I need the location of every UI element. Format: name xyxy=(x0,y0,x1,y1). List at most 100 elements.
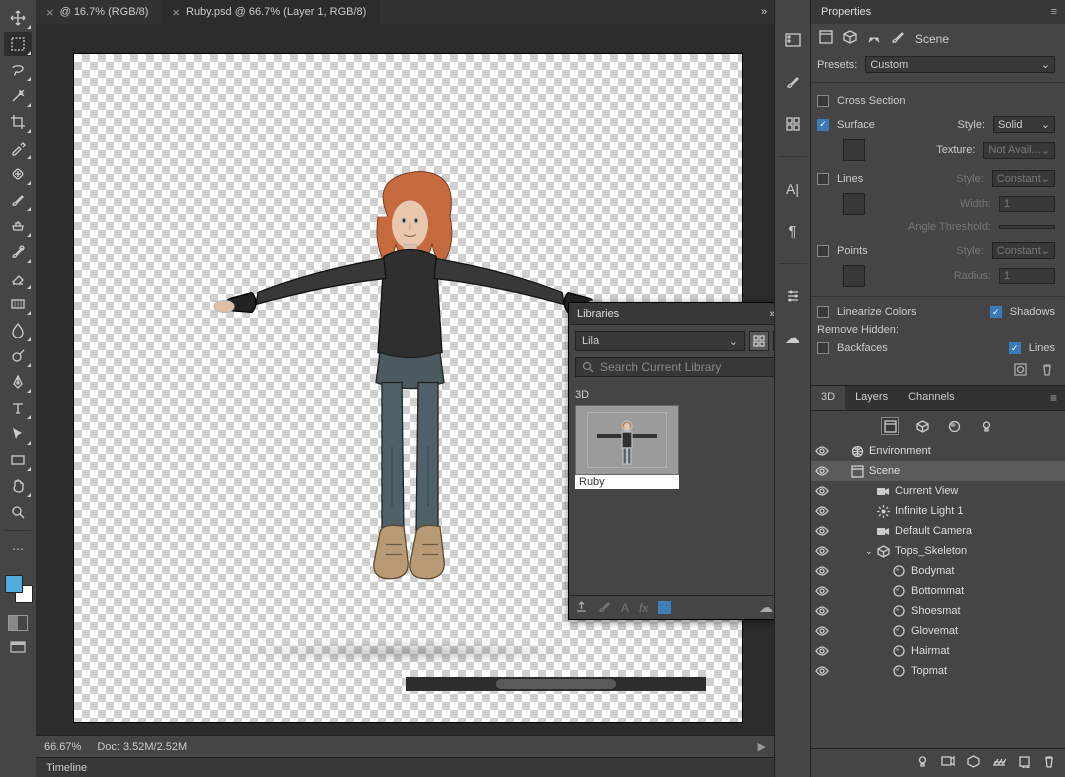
tree-row[interactable]: Hairmat xyxy=(811,641,1065,661)
visibility-icon[interactable] xyxy=(811,546,833,556)
cross-section-checkbox[interactable] xyxy=(817,95,829,107)
zoom-tool[interactable] xyxy=(4,500,32,524)
eraser-tool[interactable] xyxy=(4,266,32,290)
history-brush-tool[interactable] xyxy=(4,240,32,264)
close-icon[interactable]: × xyxy=(46,5,54,20)
tree-row[interactable]: Topmat xyxy=(811,661,1065,681)
tree-row[interactable]: Shoesmat xyxy=(811,601,1065,621)
asset-thumbnail[interactable] xyxy=(575,405,679,475)
type-tool[interactable] xyxy=(4,396,32,420)
move-tool[interactable] xyxy=(4,6,32,30)
healing-brush-tool[interactable] xyxy=(4,162,32,186)
new-camera-icon[interactable] xyxy=(941,755,955,771)
shadows-checkbox[interactable]: ✓ xyxy=(990,306,1002,318)
char-style-icon[interactable]: A xyxy=(621,601,629,615)
linearize-checkbox[interactable] xyxy=(817,306,829,318)
horizontal-scrollbar[interactable] xyxy=(406,677,706,691)
doc-size[interactable]: Doc: 3.52M/2.52M xyxy=(97,741,187,753)
new-item-icon[interactable] xyxy=(1018,755,1031,771)
canvas-area[interactable]: Libraries » ≡ Lila⌄ Search Current Libra… xyxy=(36,24,774,735)
tree-row[interactable]: ⌄Tops_Skeleton xyxy=(811,541,1065,561)
gradient-tool[interactable] xyxy=(4,292,32,316)
character-panel-icon[interactable]: A| xyxy=(781,179,805,199)
brush-panel-icon[interactable] xyxy=(781,72,805,92)
libraries-titlebar[interactable]: Libraries » ≡ xyxy=(569,303,774,325)
backfaces-checkbox[interactable] xyxy=(817,342,829,354)
trash-icon[interactable] xyxy=(1041,363,1053,379)
lines-color-swatch[interactable] xyxy=(843,193,865,215)
properties-header[interactable]: Properties ≡ xyxy=(811,0,1065,24)
visibility-icon[interactable] xyxy=(811,606,833,616)
panel-menu-icon[interactable]: ≡ xyxy=(1042,386,1065,410)
tree-row[interactable]: Bottommat xyxy=(811,581,1065,601)
quickmask-toggle[interactable] xyxy=(8,615,28,631)
tree-row[interactable]: Glovemat xyxy=(811,621,1065,641)
hand-tool[interactable] xyxy=(4,474,32,498)
crop-tool[interactable] xyxy=(4,110,32,134)
tree-row[interactable]: Infinite Light 1 xyxy=(811,501,1065,521)
zoom-level[interactable]: 66.67% xyxy=(44,741,81,753)
tabs-expand[interactable]: » xyxy=(754,0,774,24)
library-selector[interactable]: Lila⌄ xyxy=(575,331,745,351)
tab-layers[interactable]: Layers xyxy=(845,386,898,410)
new-light-icon[interactable] xyxy=(916,755,929,771)
tree-row[interactable]: Scene xyxy=(811,461,1065,481)
tab-channels[interactable]: Channels xyxy=(898,386,964,410)
library-asset[interactable]: Ruby xyxy=(575,405,679,489)
document-tab-1[interactable]: ×Ruby.psd @ 66.7% (Layer 1, RGB/8) xyxy=(162,0,380,24)
tree-row[interactable]: Bodymat xyxy=(811,561,1065,581)
filter-lights[interactable] xyxy=(977,417,995,435)
visibility-icon[interactable] xyxy=(811,526,833,536)
swatches-panel-icon[interactable] xyxy=(781,114,805,134)
points-color-swatch[interactable] xyxy=(843,265,865,287)
collapse-icon[interactable]: » xyxy=(769,308,774,320)
brush-add-icon[interactable] xyxy=(598,600,611,616)
close-icon[interactable]: × xyxy=(172,5,180,20)
points-checkbox[interactable] xyxy=(817,245,829,257)
eyedropper-tool[interactable] xyxy=(4,136,32,160)
upload-icon[interactable] xyxy=(575,600,588,616)
render-icon[interactable] xyxy=(1014,363,1027,379)
chevron-down-icon[interactable]: ⌄ xyxy=(865,546,875,557)
magic-wand-tool[interactable] xyxy=(4,84,32,108)
timeline-panel[interactable]: Timeline xyxy=(36,757,774,777)
color-swatches[interactable] xyxy=(3,573,33,603)
visibility-icon[interactable] xyxy=(811,506,833,516)
visibility-icon[interactable] xyxy=(811,586,833,596)
library-search[interactable]: Search Current Library ⌄ xyxy=(575,357,774,377)
foreground-swatch[interactable] xyxy=(5,575,23,593)
visibility-icon[interactable] xyxy=(811,566,833,576)
dodge-tool[interactable] xyxy=(4,344,32,368)
new-mesh-icon[interactable] xyxy=(967,755,980,771)
filter-scene[interactable] xyxy=(881,417,899,435)
marquee-tool[interactable] xyxy=(4,32,32,56)
surface-style-select[interactable]: Solid⌄ xyxy=(993,116,1055,133)
surface-texture-select[interactable]: Not Avail...⌄ xyxy=(983,142,1055,159)
status-menu-icon[interactable]: ▶ xyxy=(758,740,766,753)
edit-toolbar[interactable]: ⋯ xyxy=(4,537,32,561)
ground-plane-icon[interactable] xyxy=(992,755,1006,771)
surface-checkbox[interactable]: ✓ xyxy=(817,119,829,131)
blur-tool[interactable] xyxy=(4,318,32,342)
filter-meshes[interactable] xyxy=(913,417,931,435)
layer-style-icon[interactable]: fx xyxy=(639,601,648,615)
grid-view-button[interactable] xyxy=(749,331,769,351)
adjustments-panel-icon[interactable] xyxy=(781,286,805,306)
surface-color-swatch[interactable] xyxy=(843,139,865,161)
visibility-icon[interactable] xyxy=(811,466,833,476)
paragraph-panel-icon[interactable]: ¶ xyxy=(781,221,805,241)
tree-row[interactable]: Environment xyxy=(811,441,1065,461)
visibility-icon[interactable] xyxy=(811,646,833,656)
hidden-lines-checkbox[interactable]: ✓ xyxy=(1009,342,1021,354)
pen-tool[interactable] xyxy=(4,370,32,394)
tree-row[interactable]: Current View xyxy=(811,481,1065,501)
lasso-tool[interactable] xyxy=(4,58,32,82)
lines-checkbox[interactable] xyxy=(817,173,829,185)
trash-icon[interactable] xyxy=(1043,755,1055,771)
filter-materials[interactable] xyxy=(945,417,963,435)
history-panel-icon[interactable] xyxy=(781,30,805,50)
tree-row[interactable]: Default Camera xyxy=(811,521,1065,541)
presets-select[interactable]: Custom⌄ xyxy=(865,56,1055,73)
color-add-icon[interactable] xyxy=(658,601,671,614)
visibility-icon[interactable] xyxy=(811,666,833,676)
